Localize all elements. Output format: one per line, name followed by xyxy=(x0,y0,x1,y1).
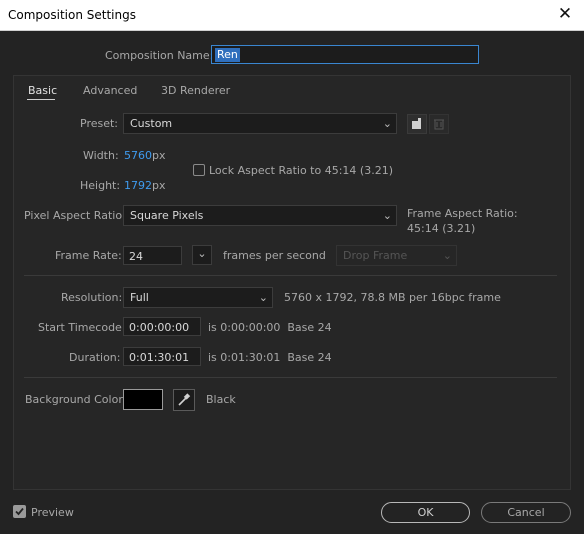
background-color-label: Background Color: xyxy=(25,393,127,406)
height-value[interactable]: 1792 xyxy=(124,179,152,192)
pixel-aspect-value: Square Pixels xyxy=(130,209,204,222)
start-timecode-input[interactable]: 0:00:00:00 xyxy=(123,317,201,336)
height-unit: px xyxy=(152,179,166,192)
duration-info: is 0:01:30:01 Base 24 xyxy=(208,351,332,364)
eyedropper-button[interactable] xyxy=(173,389,195,411)
preset-value: Custom xyxy=(130,117,173,130)
divider xyxy=(24,275,557,276)
pixel-aspect-label: Pixel Aspect Ratio: xyxy=(24,209,126,222)
window-title: Composition Settings xyxy=(8,8,136,22)
duration-label: Duration: xyxy=(69,351,121,364)
frame-aspect-label: Frame Aspect Ratio: xyxy=(407,207,518,220)
comp-name-value: Ren xyxy=(215,48,240,62)
settings-panel xyxy=(13,75,571,490)
frame-rate-value: 24 xyxy=(129,250,143,263)
checkmark-icon xyxy=(15,507,24,516)
pixel-aspect-dropdown[interactable]: Square Pixels ⌄ xyxy=(123,205,397,226)
preview-checkbox[interactable] xyxy=(13,505,26,518)
frame-rate-label: Frame Rate: xyxy=(55,249,122,262)
chevron-down-icon: ⌄ xyxy=(197,247,207,260)
chevron-down-icon: ⌄ xyxy=(382,117,392,130)
close-icon[interactable]: ✕ xyxy=(554,3,576,25)
eyedropper-icon xyxy=(178,393,191,406)
background-color-name: Black xyxy=(206,393,236,406)
chevron-down-icon: ⌄ xyxy=(258,291,268,304)
resolution-label: Resolution: xyxy=(61,291,123,304)
preview-label: Preview xyxy=(31,506,74,519)
drop-frame-dropdown: Drop Frame ⌄ xyxy=(336,245,457,266)
frame-rate-dropdown[interactable]: ⌄ xyxy=(192,245,212,265)
start-timecode-info: is 0:00:00:00 Base 24 xyxy=(208,321,332,334)
width-value[interactable]: 5760 xyxy=(124,149,152,162)
drop-frame-value: Drop Frame xyxy=(343,249,408,262)
resolution-info: 5760 x 1792, 78.8 MB per 16bpc frame xyxy=(284,291,501,304)
save-preset-button[interactable] xyxy=(407,114,427,134)
start-timecode-value: 0:00:00:00 xyxy=(129,321,190,334)
preset-dropdown[interactable]: Custom ⌄ xyxy=(123,113,397,134)
resolution-value: Full xyxy=(130,291,149,304)
ok-button[interactable]: OK xyxy=(381,502,470,523)
tab-basic[interactable]: Basic xyxy=(28,84,57,97)
title-bar: Composition Settings ✕ xyxy=(0,0,584,31)
frame-rate-unit: frames per second xyxy=(223,249,326,262)
trash-icon xyxy=(434,119,444,130)
comp-name-label: Composition Name: xyxy=(105,49,214,62)
preset-label: Preset: xyxy=(80,117,119,130)
chevron-down-icon: ⌄ xyxy=(442,249,452,262)
duration-input[interactable]: 0:01:30:01 xyxy=(123,347,201,366)
new-preset-icon xyxy=(412,118,421,129)
tab-advanced[interactable]: Advanced xyxy=(83,84,137,97)
chevron-down-icon: ⌄ xyxy=(382,209,392,222)
tab-3d-renderer[interactable]: 3D Renderer xyxy=(161,84,230,97)
delete-preset-button[interactable] xyxy=(429,114,449,134)
start-timecode-label: Start Timecode: xyxy=(38,321,126,334)
height-label: Height: xyxy=(80,179,121,192)
lock-aspect-checkbox[interactable] xyxy=(193,164,205,176)
frame-rate-input[interactable]: 24 xyxy=(123,246,182,265)
comp-name-input[interactable]: Ren xyxy=(211,45,479,64)
duration-value: 0:01:30:01 xyxy=(129,351,190,364)
frame-aspect-value: 45:14 (3.21) xyxy=(407,222,476,235)
background-color-swatch[interactable] xyxy=(123,389,163,410)
width-label: Width: xyxy=(83,149,119,162)
cancel-button[interactable]: Cancel xyxy=(481,502,571,523)
width-unit: px xyxy=(152,149,166,162)
resolution-dropdown[interactable]: Full ⌄ xyxy=(123,287,273,308)
divider xyxy=(24,377,557,378)
tab-basic-underline xyxy=(27,99,55,100)
lock-aspect-label: Lock Aspect Ratio to 45:14 (3.21) xyxy=(209,164,393,177)
